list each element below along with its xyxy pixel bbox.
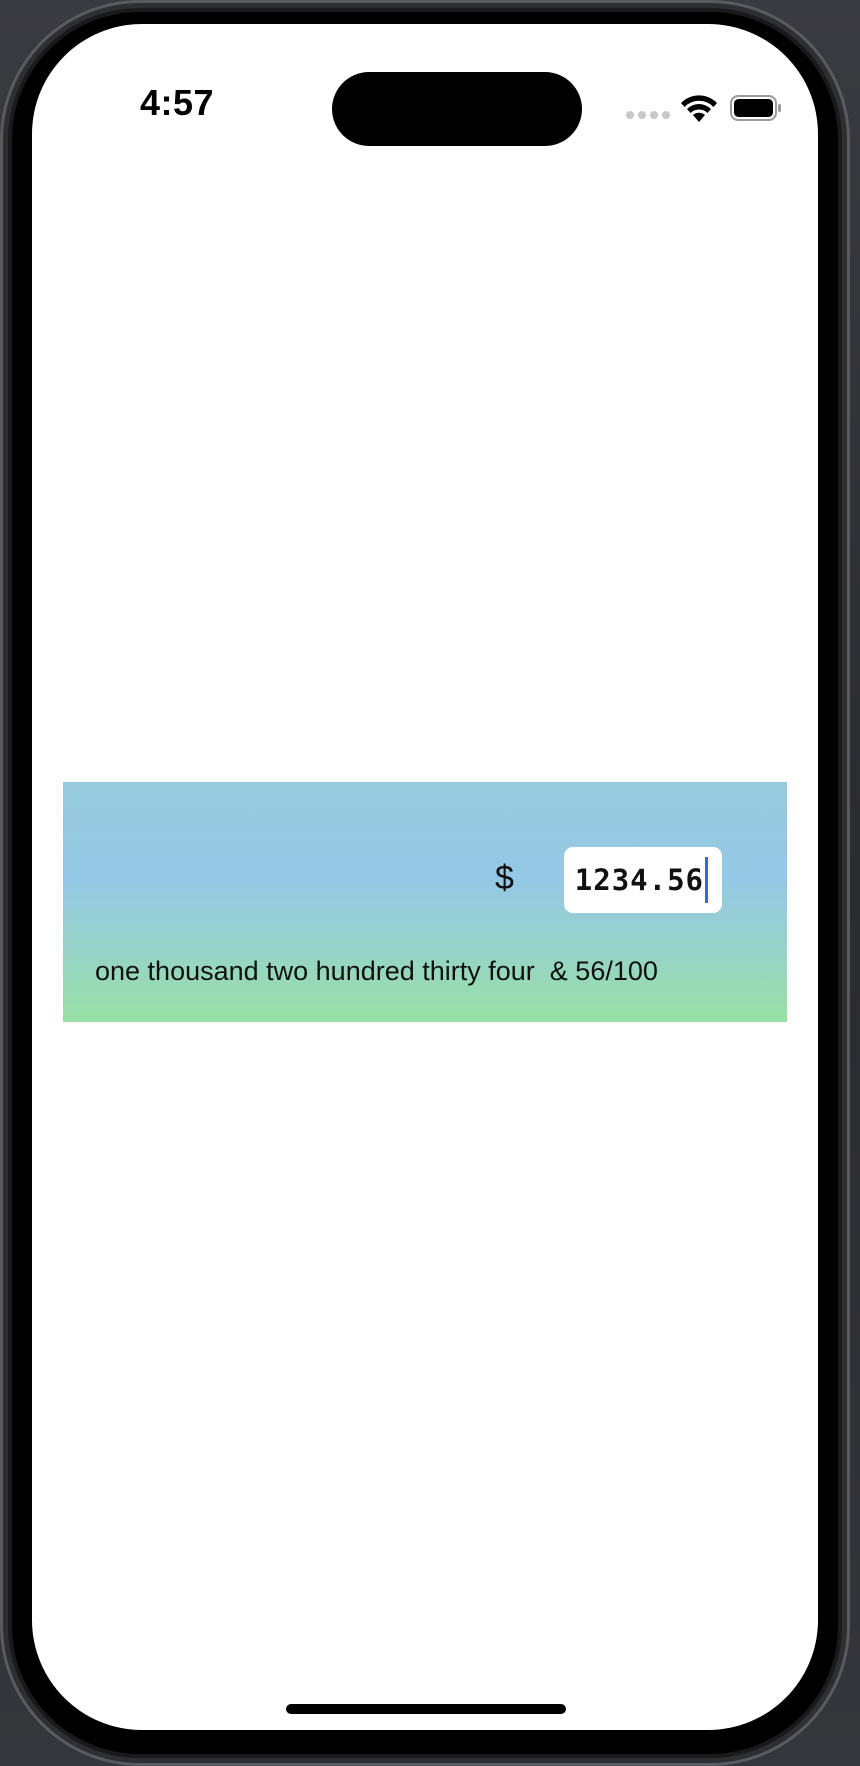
battery-icon	[730, 95, 781, 121]
check-amount-panel: $ 1234.56 one thousand two hundred thirt…	[63, 782, 787, 1022]
status-bar-time: 4:57	[140, 82, 215, 123]
wifi-icon	[681, 95, 717, 122]
amount-input-value[interactable]: 1234.56	[575, 863, 704, 897]
amount-in-words-label: one thousand two hundred thirty four & 5…	[95, 956, 658, 986]
text-cursor	[705, 857, 708, 903]
device-background: 4:57 $ 1234.56 one thousand two hundred …	[0, 0, 860, 1766]
cellular-signal-icon	[626, 111, 670, 119]
home-indicator[interactable]	[286, 1704, 566, 1714]
amount-input[interactable]: 1234.56	[564, 847, 722, 913]
dynamic-island	[332, 72, 582, 146]
currency-symbol-label: $	[495, 859, 514, 897]
